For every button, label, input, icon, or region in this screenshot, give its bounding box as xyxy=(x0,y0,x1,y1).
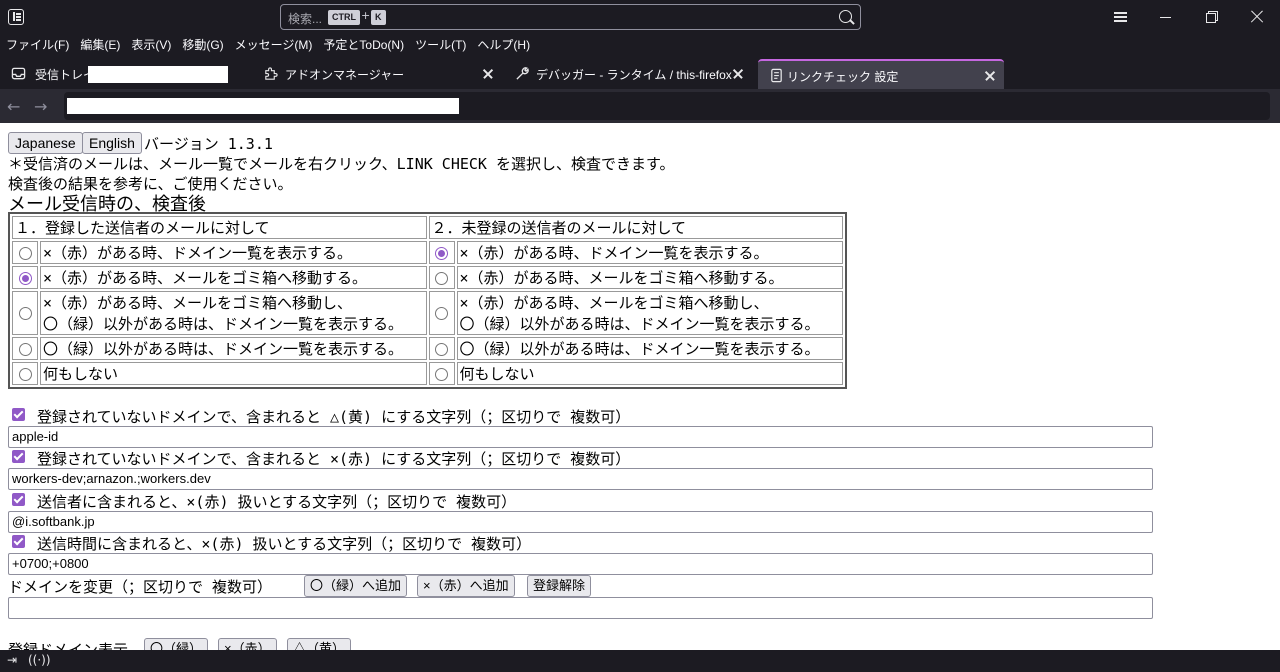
inbox-icon xyxy=(11,67,26,80)
radio-unregistered-3[interactable] xyxy=(435,307,448,320)
filter-label-yellow: 登録されていないドメインで、含まれると △(黄) にする文字列（；区切りで 複数… xyxy=(37,408,631,426)
filter-label-red: 登録されていないドメインで、含まれると ×(赤) にする文字列（；区切りで 複数… xyxy=(37,450,631,468)
checkbox-sender-filter[interactable] xyxy=(12,493,25,506)
shortcut-ctrl: CTRL xyxy=(328,10,360,25)
sidebar-toggle-icon[interactable] xyxy=(8,9,24,25)
option-label: 何もしない xyxy=(456,362,843,385)
version-text: バージョン 1.3.1 xyxy=(144,135,273,153)
redacted-account xyxy=(88,66,228,83)
pane-toggle-icon[interactable]: ⇥ xyxy=(7,653,17,667)
checkbox-yellow-domain-filter[interactable] xyxy=(12,408,25,421)
menu-edit[interactable]: 編集(E) xyxy=(80,34,120,56)
receive-options-table: １．登録した送信者のメールに対して ２．未登録の送信者のメールに対して ×（赤）… xyxy=(8,212,847,389)
send-time-strings-input[interactable]: +0700;+0800 xyxy=(8,553,1153,575)
tab-close-icon[interactable] xyxy=(482,68,494,80)
japanese-button[interactable]: Japanese xyxy=(8,132,83,154)
filter-label-sender: 送信者に含まれると、×(赤) 扱いとする文字列（；区切りで 複数可） xyxy=(37,493,517,511)
menu-message[interactable]: メッセージ(M) xyxy=(235,34,313,56)
menu-bar: ファイル(F) 編集(E) 表示(V) 移動(G) メッセージ(M) 予定とTo… xyxy=(0,34,1280,56)
title-bar: 検索... CTRL + K xyxy=(0,0,1280,34)
option-label: ×（赤）がある時、ドメイン一覧を表示する。 xyxy=(40,241,427,264)
navigation-bar: ← → xyxy=(0,89,1280,123)
option-label: ×（赤）がある時、メールをゴミ箱へ移動し、〇（緑）以外がある時は、ドメイン一覧を… xyxy=(456,291,843,335)
option-label-line-2: 〇（緑）以外がある時は、ドメイン一覧を表示する。 xyxy=(43,315,404,333)
tab-link-check-settings[interactable]: リンクチェック 設定 xyxy=(758,59,1004,89)
search-placeholder: 検索... xyxy=(288,12,323,26)
shortcut-k: K xyxy=(371,10,386,25)
registered-domains-label: 登録ドメイン表示 xyxy=(8,641,129,650)
radio-unregistered-4[interactable] xyxy=(435,342,448,356)
radio-unregistered-5[interactable] xyxy=(435,367,448,381)
option-label: 〇（緑）以外がある時は、ドメイン一覧を表示する。 xyxy=(456,337,843,360)
tab-label: 受信トレイ xyxy=(35,68,96,82)
option-label: ×（赤）がある時、ドメイン一覧を表示する。 xyxy=(456,241,843,264)
unregister-button[interactable]: 登録解除 xyxy=(527,575,592,597)
add-green-button[interactable]: 〇（緑）へ追加 xyxy=(304,575,408,597)
back-arrow-icon[interactable]: ← xyxy=(7,97,20,116)
option-label-line-1: ×（赤）がある時、メールをゴミ箱へ移動し、 xyxy=(459,294,769,312)
tab-close-icon[interactable] xyxy=(732,68,744,80)
show-yellow-button[interactable]: △（黄） xyxy=(287,638,352,650)
puzzle-piece-icon xyxy=(265,67,278,80)
online-status-icon[interactable]: ((·)) xyxy=(28,653,51,667)
checkbox-send-time-filter[interactable] xyxy=(12,535,25,548)
global-search-input[interactable]: 検索... CTRL + K xyxy=(280,4,861,30)
radio-registered-4[interactable] xyxy=(18,342,32,356)
shortcut-plus: + xyxy=(361,9,371,22)
option-label-line-1: ×（赤）がある時、メールをゴミ箱へ移動し、 xyxy=(43,294,353,312)
option-label: 〇（緑）以外がある時は、ドメイン一覧を表示する。 xyxy=(40,337,427,360)
radio-registered-1[interactable] xyxy=(18,246,32,260)
tab-label: リンクチェック 設定 xyxy=(787,70,899,84)
option-label: ×（赤）がある時、メールをゴミ箱へ移動する。 xyxy=(40,266,427,289)
option-label: ×（赤）がある時、メールをゴミ箱へ移動し、〇（緑）以外がある時は、ドメイン一覧を… xyxy=(40,291,427,335)
checkbox-red-domain-filter[interactable] xyxy=(12,450,25,463)
tab-addons-manager[interactable]: アドオンマネージャー xyxy=(252,59,504,89)
option-label: ×（赤）がある時、メールをゴミ箱へ移動する。 xyxy=(456,266,843,289)
tab-bar: 受信トレイ アドオンマネージャー デバッガー - ランタイム / this-fi… xyxy=(0,57,1280,89)
search-icon[interactable] xyxy=(839,10,852,23)
tab-debugger[interactable]: デバッガー - ランタイム / this-firefox xyxy=(504,59,756,89)
menu-file[interactable]: ファイル(F) xyxy=(6,34,69,56)
minimize-icon[interactable] xyxy=(1157,8,1175,26)
yellow-strings-input[interactable]: apple-id xyxy=(8,426,1153,448)
radio-unregistered-2[interactable] xyxy=(435,271,448,285)
close-window-icon[interactable] xyxy=(1248,8,1266,26)
radio-unregistered-1[interactable] xyxy=(435,246,448,260)
option-label: 何もしない xyxy=(40,362,427,385)
radio-registered-3[interactable] xyxy=(18,307,32,320)
tab-label: デバッガー - ランタイム / this-firefox xyxy=(536,68,732,82)
menu-tools[interactable]: ツール(T) xyxy=(415,34,466,56)
settings-page: Japanese English バージョン 1.3.1 ＊受信済のメールは、メ… xyxy=(0,123,1280,650)
option-label-line-2: 〇（緑）以外がある時は、ドメイン一覧を表示する。 xyxy=(459,315,820,333)
app-menu-icon[interactable] xyxy=(1112,8,1130,26)
wrench-icon xyxy=(516,67,529,80)
menu-go[interactable]: 移動(G) xyxy=(182,34,223,56)
menu-help[interactable]: ヘルプ(H) xyxy=(477,34,530,56)
show-red-button[interactable]: ×（赤） xyxy=(218,638,277,650)
add-red-button[interactable]: ×（赤）へ追加 xyxy=(417,575,515,597)
forward-arrow-icon[interactable]: → xyxy=(34,97,47,116)
document-icon xyxy=(771,68,782,83)
radio-registered-5[interactable] xyxy=(18,367,32,381)
menu-view[interactable]: 表示(V) xyxy=(131,34,171,56)
english-button[interactable]: English xyxy=(82,132,142,154)
redacted-url xyxy=(67,98,459,114)
domain-change-label: ドメインを変更（；区切りで 複数可） xyxy=(8,578,273,596)
domain-change-input[interactable] xyxy=(8,597,1153,619)
radio-registered-2[interactable] xyxy=(18,271,32,285)
red-strings-input[interactable]: workers-dev;arnazon.;workers.dev xyxy=(8,468,1153,490)
column-header-registered: １．登録した送信者のメールに対して xyxy=(12,216,427,239)
tab-close-icon[interactable] xyxy=(984,70,996,82)
menu-events-tasks[interactable]: 予定とToDo(N) xyxy=(323,34,404,56)
tab-label: アドオンマネージャー xyxy=(285,68,405,82)
show-green-button[interactable]: 〇（緑） xyxy=(144,638,209,650)
tab-inbox[interactable]: 受信トレイ xyxy=(0,59,248,89)
restore-icon[interactable] xyxy=(1203,8,1221,26)
status-bar: ⇥ ((·)) xyxy=(0,650,1280,672)
sender-strings-input[interactable]: @i.softbank.jp xyxy=(8,511,1153,533)
intro-line-1: ＊受信済のメールは、メール一覧でメールを右クリック、LINK CHECK を選択… xyxy=(8,155,675,173)
column-header-unregistered: ２．未登録の送信者のメールに対して xyxy=(428,216,843,239)
filter-label-send-time: 送信時間に含まれると、×(赤) 扱いとする文字列（；区切りで 複数可） xyxy=(37,535,532,553)
url-bar[interactable] xyxy=(64,92,1270,120)
